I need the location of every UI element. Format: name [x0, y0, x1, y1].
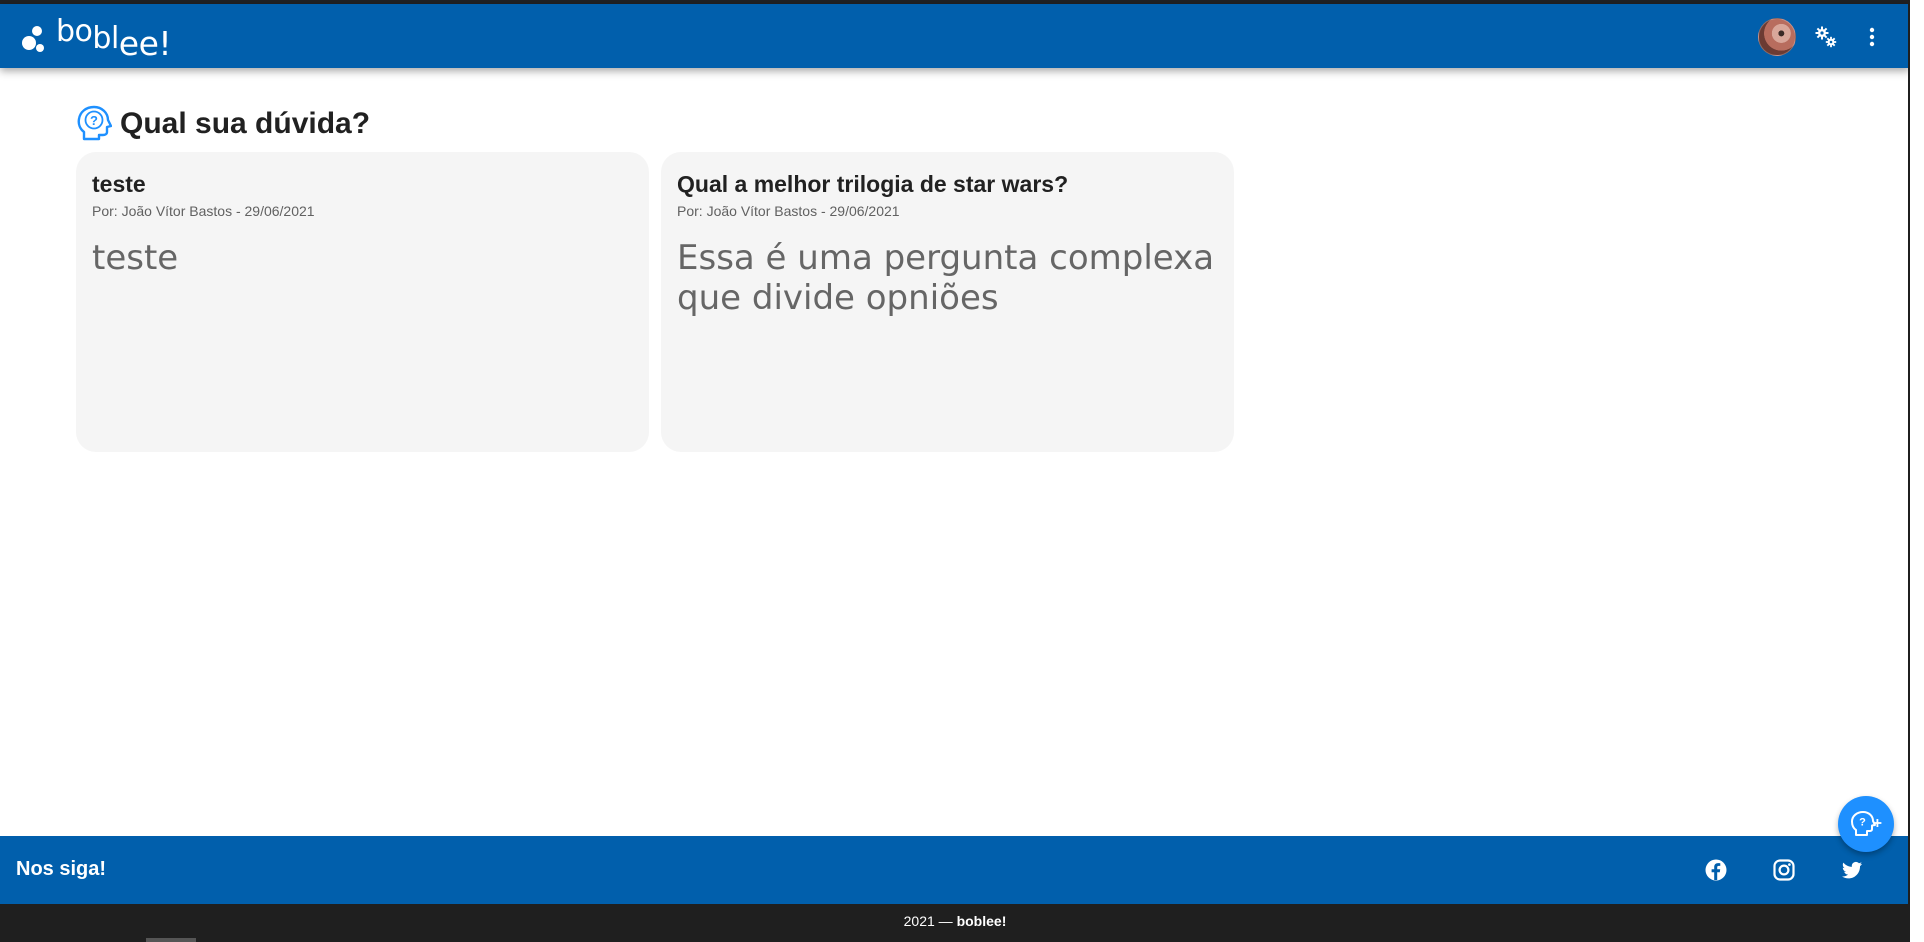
app-bar: boblee!: [0, 4, 1910, 68]
footer-social-bar: Nos siga!: [0, 836, 1910, 904]
question-head-icon: ?: [77, 105, 112, 141]
svg-text:?: ?: [1859, 817, 1866, 829]
question-title: Qual a melhor trilogia de star wars?: [677, 171, 1069, 197]
logo-dots-icon: [20, 10, 54, 54]
more-vert-icon: [1869, 27, 1875, 47]
facebook-link[interactable]: [1700, 854, 1732, 886]
cogs-icon: [1815, 26, 1837, 48]
question-body: teste: [92, 238, 179, 278]
question-meta: Por: João Vítor Bastos - 29/06/2021: [92, 203, 315, 219]
add-question-icon: ?: [1851, 811, 1882, 836]
avatar[interactable]: [1758, 18, 1796, 56]
instagram-icon: [1773, 859, 1795, 881]
question-list: teste Por: João Vítor Bastos - 29/06/202…: [76, 152, 1234, 452]
question-card[interactable]: teste Por: João Vítor Bastos - 29/06/202…: [76, 152, 649, 452]
app-logo[interactable]: boblee!: [20, 10, 172, 63]
facebook-icon: [1705, 859, 1727, 881]
follow-us-label: Nos siga!: [16, 858, 107, 880]
page-title: Qual sua dúvida?: [120, 107, 371, 140]
add-question-button[interactable]: ?: [1838, 796, 1894, 852]
taskbar-stub: [146, 938, 196, 942]
window-right-edge: [1908, 0, 1924, 942]
question-card[interactable]: Qual a melhor trilogia de star wars? Por…: [661, 152, 1234, 452]
copyright-brand: boblee!: [956, 913, 1007, 929]
instagram-link[interactable]: [1768, 854, 1800, 886]
page-header: ? Qual sua dúvida?: [76, 104, 1276, 144]
question-body: Essa é uma pergunta complexa que divide …: [677, 238, 1215, 318]
social-links: [1700, 854, 1868, 886]
settings-button[interactable]: [1810, 21, 1842, 53]
twitter-link[interactable]: [1836, 854, 1868, 886]
toolbar-actions: [1758, 18, 1888, 56]
copyright-bar: 2021 — boblee!: [0, 904, 1910, 942]
main-content: ? Qual sua dúvida? teste Por: João Vítor…: [76, 104, 1276, 452]
question-meta: Por: João Vítor Bastos - 29/06/2021: [677, 203, 900, 219]
question-title: teste: [92, 171, 146, 197]
more-menu-button[interactable]: [1856, 21, 1888, 53]
copyright-year: 2021 —: [903, 913, 957, 929]
svg-text:?: ?: [90, 113, 98, 128]
twitter-icon: [1842, 861, 1862, 879]
logo-text: boblee!: [56, 14, 172, 63]
